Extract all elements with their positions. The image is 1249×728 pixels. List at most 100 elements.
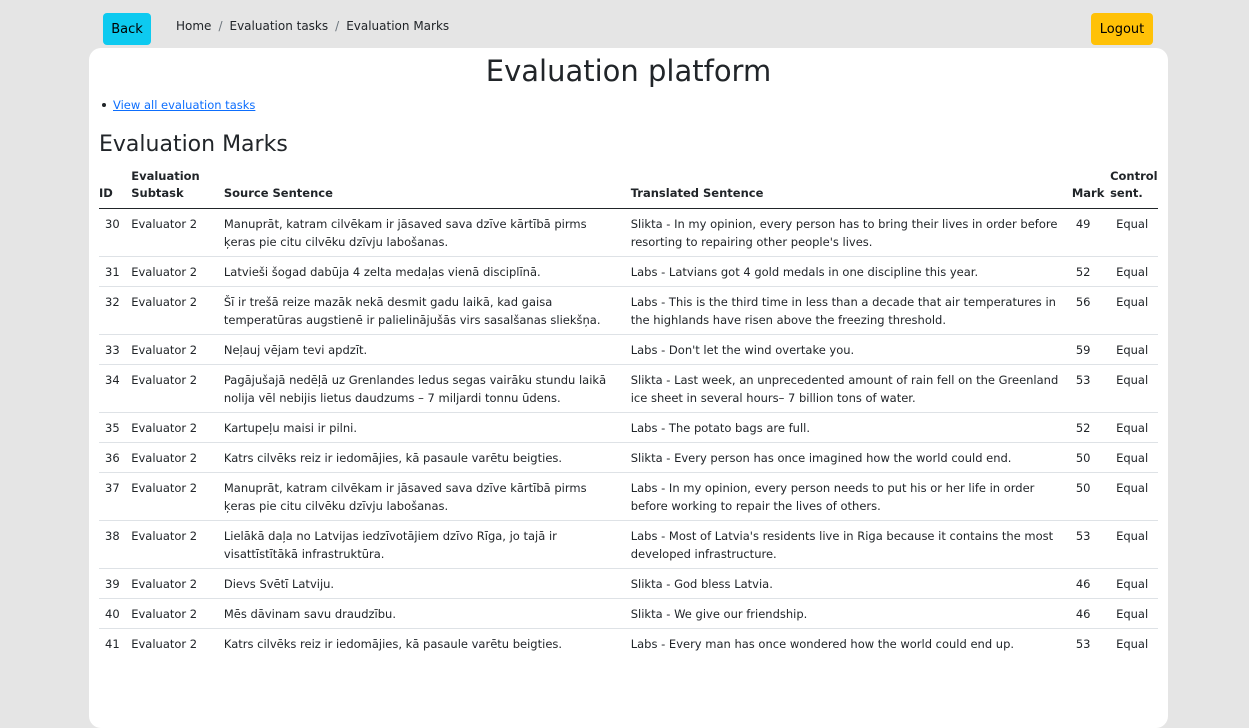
- table-row: 41 Evaluator 2 Katrs cilvēks reiz ir ied…: [99, 628, 1158, 658]
- cell-source: Pagājušajā nedēļā uz Grenlandes ledus se…: [223, 364, 631, 413]
- cell-translated: Labs - Don't let the wind overtake you.: [630, 334, 1072, 365]
- header-control: Control sent.: [1110, 168, 1158, 209]
- cell-id: 37: [99, 472, 132, 521]
- cell-source: Neļauj vējam tevi apdzīt.: [223, 334, 631, 365]
- table-row: 35 Evaluator 2 Kartupeļu maisi ir pilni.…: [99, 412, 1158, 443]
- cell-translated: Slikta - Every person has once imagined …: [630, 442, 1072, 473]
- cell-mark: 53: [1071, 520, 1111, 569]
- cell-id: 32: [99, 286, 132, 335]
- cell-subtask: Evaluator 2: [131, 208, 224, 257]
- table-row: 32 Evaluator 2 Šī ir trešā reize mazāk n…: [99, 286, 1158, 335]
- cell-mark: 52: [1071, 256, 1111, 287]
- cell-mark: 46: [1071, 568, 1111, 599]
- table-row: 36 Evaluator 2 Katrs cilvēks reiz ir ied…: [99, 442, 1158, 473]
- cell-translated: Labs - Latvians got 4 gold medals in one…: [630, 256, 1072, 287]
- cell-translated: Labs - Every man has once wondered how t…: [630, 628, 1072, 658]
- table-row: 34 Evaluator 2 Pagājušajā nedēļā uz Gren…: [99, 364, 1158, 413]
- cell-control: Equal: [1110, 286, 1158, 335]
- cell-mark: 59: [1071, 334, 1111, 365]
- breadcrumb-home[interactable]: Home: [176, 19, 211, 33]
- cell-translated: Labs - This is the third time in less th…: [630, 286, 1072, 335]
- header-subtask: Evaluation Subtask: [131, 168, 224, 209]
- cell-subtask: Evaluator 2: [131, 412, 224, 443]
- cell-subtask: Evaluator 2: [131, 256, 224, 287]
- table-row: 38 Evaluator 2 Lielākā daļa no Latvijas …: [99, 520, 1158, 569]
- header-subtask-line2: Subtask: [131, 186, 184, 200]
- cell-mark: 53: [1071, 364, 1111, 413]
- table-row: 40 Evaluator 2 Mēs dāvinam savu draudzīb…: [99, 598, 1158, 629]
- cell-id: 35: [99, 412, 132, 443]
- header-id: ID: [99, 186, 113, 200]
- breadcrumb-current: Evaluation Marks: [346, 19, 450, 33]
- cell-id: 39: [99, 568, 132, 599]
- cell-source: Kartupeļu maisi ir pilni.: [223, 412, 631, 443]
- cell-translated: Labs - Most of Latvia's residents live i…: [630, 520, 1072, 569]
- content-panel: Evaluation platform View all evaluation …: [89, 48, 1168, 728]
- cell-control: Equal: [1110, 568, 1158, 599]
- cell-control: Equal: [1110, 256, 1158, 287]
- header-subtask-line1: Evaluation: [131, 169, 200, 183]
- top-navbar: Back Home / Evaluation tasks / Evaluatio…: [0, 0, 1249, 48]
- cell-subtask: Evaluator 2: [131, 598, 224, 629]
- cell-source: Dievs Svētī Latviju.: [223, 568, 631, 599]
- breadcrumb: Home / Evaluation tasks / Evaluation Mar…: [176, 19, 449, 33]
- link-list: View all evaluation tasks: [102, 98, 255, 112]
- bullet-icon: [102, 103, 106, 107]
- cell-subtask: Evaluator 2: [131, 286, 224, 335]
- cell-source: Lielākā daļa no Latvijas iedzīvotājiem d…: [223, 520, 631, 569]
- logout-button[interactable]: Logout: [1091, 13, 1153, 45]
- cell-id: 38: [99, 520, 132, 569]
- cell-id: 36: [99, 442, 132, 473]
- cell-source: Manuprāt, katram cilvēkam ir jāsaved sav…: [223, 472, 631, 521]
- cell-mark: 53: [1071, 628, 1111, 658]
- cell-control: Equal: [1110, 208, 1158, 257]
- table-row: 30 Evaluator 2 Manuprāt, katram cilvēkam…: [99, 208, 1158, 257]
- cell-source: Šī ir trešā reize mazāk nekā desmit gadu…: [223, 286, 631, 335]
- cell-mark: 49: [1071, 208, 1111, 257]
- header-control-line1: Control: [1110, 169, 1158, 183]
- cell-id: 33: [99, 334, 132, 365]
- list-item: View all evaluation tasks: [102, 98, 255, 112]
- cell-translated: Slikta - We give our friendship.: [630, 598, 1072, 629]
- cell-subtask: Evaluator 2: [131, 568, 224, 599]
- cell-control: Equal: [1110, 412, 1158, 443]
- cell-control: Equal: [1110, 364, 1158, 413]
- table-row: 37 Evaluator 2 Manuprāt, katram cilvēkam…: [99, 472, 1158, 521]
- breadcrumb-separator: /: [335, 19, 340, 33]
- cell-control: Equal: [1110, 334, 1158, 365]
- cell-control: Equal: [1110, 442, 1158, 473]
- page-title: Evaluation platform: [485, 54, 772, 88]
- cell-source: Latvieši šogad dabūja 4 zelta medaļas vi…: [223, 256, 631, 287]
- cell-control: Equal: [1110, 520, 1158, 569]
- view-all-tasks-link[interactable]: View all evaluation tasks: [113, 98, 255, 112]
- cell-subtask: Evaluator 2: [131, 442, 224, 473]
- back-button[interactable]: Back: [103, 13, 151, 45]
- header-translated: Translated Sentence: [630, 186, 764, 200]
- table-row: 33 Evaluator 2 Neļauj vējam tevi apdzīt.…: [99, 334, 1158, 365]
- cell-id: 30: [99, 208, 132, 257]
- table-header-row: ID Evaluation Subtask Source Sentence Tr…: [99, 168, 1158, 209]
- cell-mark: 50: [1071, 442, 1111, 473]
- cell-translated: Labs - In my opinion, every person needs…: [630, 472, 1072, 521]
- breadcrumb-separator: /: [218, 19, 223, 33]
- cell-translated: Labs - The potato bags are full.: [630, 412, 1072, 443]
- cell-mark: 52: [1071, 412, 1111, 443]
- cell-id: 40: [99, 598, 132, 629]
- cell-id: 34: [99, 364, 132, 413]
- cell-id: 41: [99, 628, 132, 658]
- cell-source: Katrs cilvēks reiz ir iedomājies, kā pas…: [223, 628, 631, 658]
- cell-subtask: Evaluator 2: [131, 628, 224, 658]
- cell-id: 31: [99, 256, 132, 287]
- cell-source: Katrs cilvēks reiz ir iedomājies, kā pas…: [223, 442, 631, 473]
- section-title: Evaluation Marks: [99, 132, 288, 157]
- header-control-line2: sent.: [1110, 186, 1143, 200]
- cell-translated: Slikta - In my opinion, every person has…: [630, 208, 1072, 257]
- header-source: Source Sentence: [223, 186, 333, 200]
- breadcrumb-evaluation-tasks[interactable]: Evaluation tasks: [229, 19, 328, 33]
- cell-control: Equal: [1110, 472, 1158, 521]
- cell-translated: Slikta - Last week, an unprecedented amo…: [630, 364, 1072, 413]
- cell-source: Manuprāt, katram cilvēkam ir jāsaved sav…: [223, 208, 631, 257]
- cell-mark: 56: [1071, 286, 1111, 335]
- cell-translated: Slikta - God bless Latvia.: [630, 568, 1072, 599]
- cell-subtask: Evaluator 2: [131, 334, 224, 365]
